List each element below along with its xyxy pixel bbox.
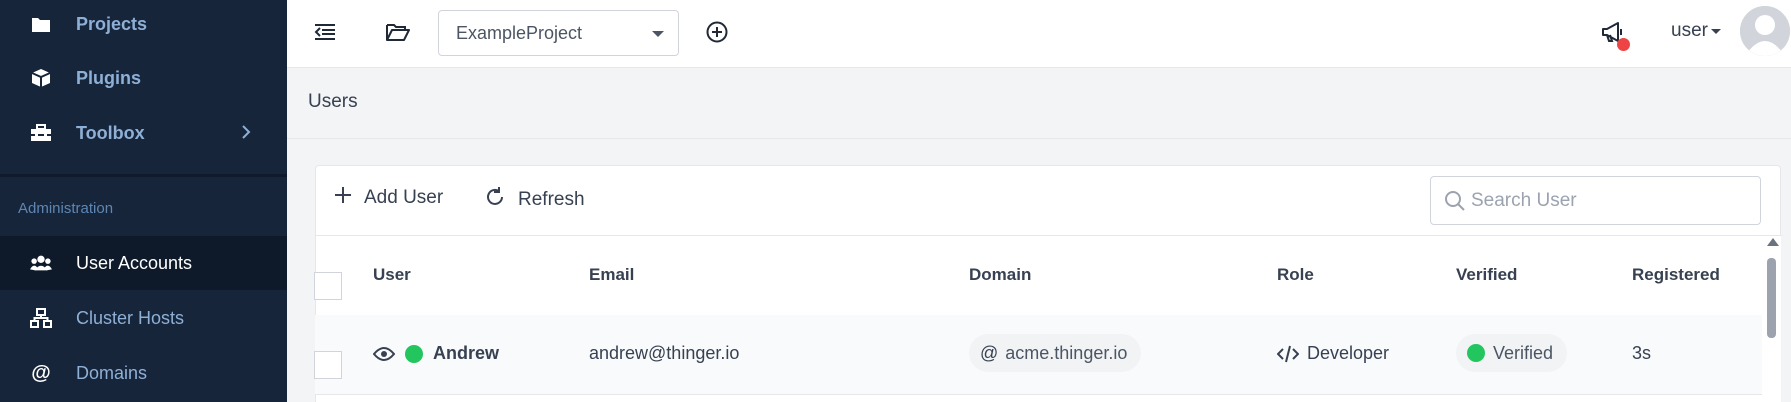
table-scrollbar[interactable] [1762,236,1781,402]
sidebar-divider [0,174,287,177]
refresh-icon [484,186,518,214]
scrollbar-thumb[interactable] [1767,258,1776,338]
sidebar-item-label: Toolbox [76,122,145,143]
sidebar-section-title: Administration [18,200,114,217]
project-select-value: ExampleProject [456,22,583,43]
sidebar: Projects Plugins Toolbox Administration … [0,0,287,402]
user-menu[interactable]: user [1671,20,1721,42]
sidebar-item-user-accounts[interactable]: User Accounts [0,236,287,290]
user-name[interactable]: Andrew [433,343,499,364]
verified-value: Verified [1493,342,1554,363]
add-user-button[interactable]: Add User [334,186,443,210]
column-header-domain[interactable]: Domain [969,265,1031,285]
user-cell: Andrew [373,343,499,364]
view-eye-icon[interactable] [373,346,395,362]
search-placeholder: Search User [1471,189,1577,211]
domain-value: acme.thinger.io [1005,342,1128,363]
sidebar-item-label: Projects [76,13,148,34]
registered-cell: 3s [1632,343,1652,363]
column-header-verified[interactable]: Verified [1456,265,1517,285]
toolbox-icon [30,122,52,144]
sidebar-item-domains[interactable]: @ Domains [0,346,287,400]
role-cell: Developer [1277,343,1389,364]
topbar: ExampleProject user [287,0,1791,68]
online-status-dot [405,344,423,363]
avatar[interactable] [1740,6,1790,56]
scroll-up-arrow-icon[interactable] [1767,238,1779,246]
sidebar-item-toolbox[interactable]: Toolbox [0,106,287,160]
plus-icon [334,186,364,210]
email-cell: andrew@thinger.io [589,343,740,363]
open-project-button[interactable] [382,18,414,50]
notification-dot [1617,38,1630,51]
menu-collapse-icon [314,23,336,46]
cube-icon [30,67,52,89]
sidebar-item-cluster-hosts[interactable]: Cluster Hosts [0,291,287,345]
at-icon: @ [980,342,999,363]
page-title: Users [308,91,358,112]
caret-down-icon [1710,28,1721,34]
refresh-button[interactable]: Refresh [484,186,585,214]
sidebar-item-projects[interactable]: Projects [0,0,287,51]
column-header-email[interactable]: Email [589,265,634,285]
sitemap-icon [30,307,52,329]
refresh-label: Refresh [518,189,585,210]
verified-badge: Verified [1456,334,1568,372]
users-icon [30,252,52,274]
verified-dot [1467,344,1485,362]
folder-icon [30,13,52,35]
card-toolbar: Add User Refresh Search User [316,166,1782,236]
page-header: Users [287,69,1791,139]
column-header-role[interactable]: Role [1277,265,1314,285]
sidebar-item-label: User Accounts [76,252,193,273]
user-avatar-icon [1740,6,1790,56]
sidebar-item-label: Domains [76,362,148,383]
code-icon [1277,345,1299,363]
search-input[interactable]: Search User [1430,176,1761,225]
user-menu-label: user [1671,20,1708,41]
sidebar-item-label: Plugins [76,67,142,88]
column-header-user[interactable]: User [373,265,411,285]
caret-down-icon [652,31,664,37]
plus-circle-icon [706,21,728,48]
sidebar-item-plugins[interactable]: Plugins [0,51,287,105]
at-icon: @ [31,361,51,384]
notifications-button[interactable] [1597,18,1630,51]
role-value: Developer [1307,343,1390,363]
chevron-right-icon [241,123,251,144]
sidebar-toggle-button[interactable] [309,18,341,50]
sidebar-item-label: Cluster Hosts [76,307,185,328]
add-user-label: Add User [364,187,444,208]
column-header-registered[interactable]: Registered [1632,265,1720,285]
folder-open-icon [386,23,410,46]
row-checkbox[interactable] [314,351,342,379]
add-project-button[interactable] [701,18,733,50]
select-all-checkbox[interactable] [314,272,342,300]
domain-badge: @ acme.thinger.io [969,334,1142,372]
project-select[interactable]: ExampleProject [438,10,679,56]
